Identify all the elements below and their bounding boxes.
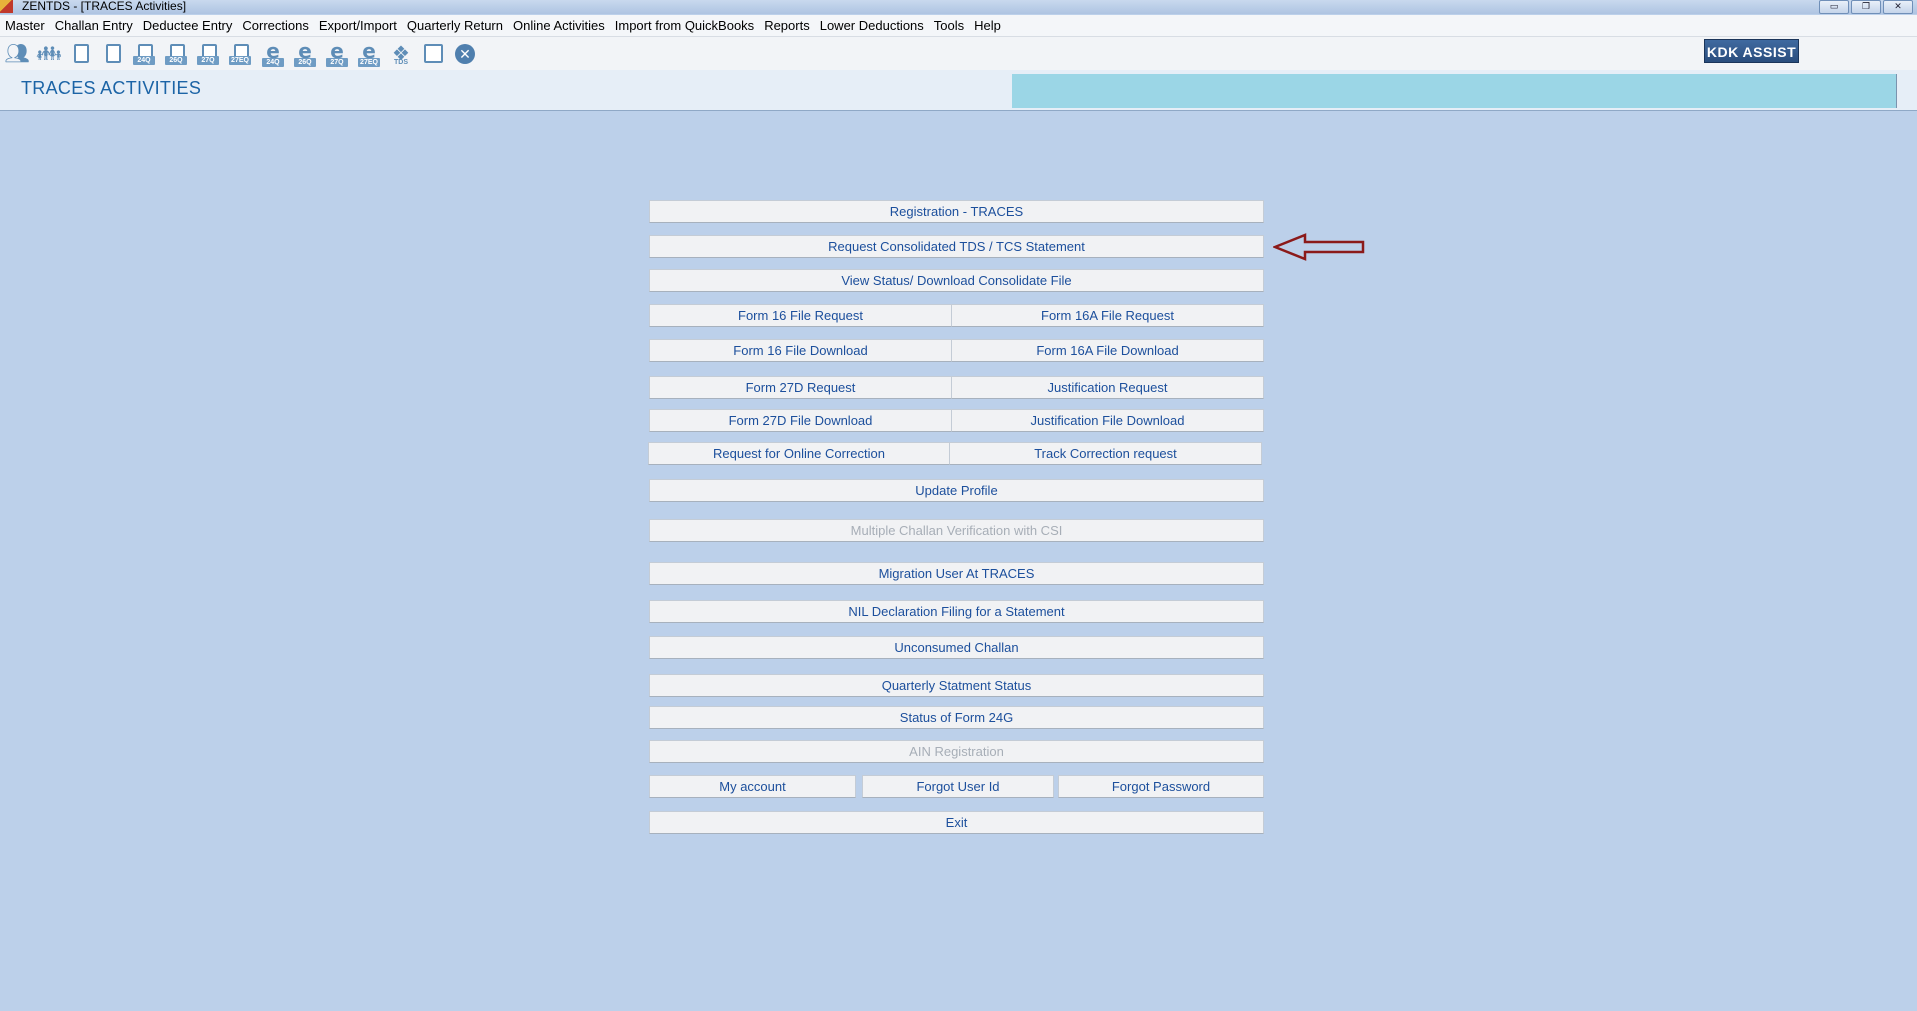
form-24q-icon[interactable]: 24Q [132,41,158,67]
form16a-file-request-button[interactable]: Form 16A File Request [951,304,1264,327]
document-person-2-icon[interactable] [100,41,126,67]
track-correction-request-button[interactable]: Track Correction request [949,442,1262,465]
header-info-panel [1012,74,1896,108]
e-filing-27eq-icon[interactable]: e 27EQ [356,41,382,67]
justification-file-download-button[interactable]: Justification File Download [951,409,1264,432]
e-filing-27q-icon[interactable]: e 27Q [324,41,350,67]
title-bar: ZENTDS - [TRACES Activities] ▭ ❐ ✕ [0,0,1917,14]
menu-quarterly-return[interactable]: Quarterly Return [402,15,508,36]
menu-deductee-entry[interactable]: Deductee Entry [138,15,238,36]
justification-request-button[interactable]: Justification Request [951,376,1264,399]
menu-tools[interactable]: Tools [929,15,969,36]
menu-reports[interactable]: Reports [759,15,815,36]
online-correction-request-button[interactable]: Request for Online Correction [648,442,950,465]
nil-declaration-button[interactable]: NIL Declaration Filing for a Statement [649,600,1264,623]
page-title: TRACES ACTIVITIES [21,78,202,98]
window-controls: ▭ ❐ ✕ [1819,0,1913,14]
menu-bar: Master Challan Entry Deductee Entry Corr… [0,15,1917,37]
forgot-user-id-button[interactable]: Forgot User Id [862,775,1054,798]
form-26q-icon[interactable]: 26Q [164,41,190,67]
multiple-challan-verification-button: Multiple Challan Verification with CSI [649,519,1264,542]
menu-lower-deductions[interactable]: Lower Deductions [815,15,929,36]
left-arrow-annotation-icon [1273,233,1365,261]
e-filing-26q-icon[interactable]: e 26Q [292,41,318,67]
minimize-button[interactable]: ▭ [1819,0,1849,14]
request-consolidated-statement-button[interactable]: Request Consolidated TDS / TCS Statement [649,235,1264,258]
app-icon [0,0,13,13]
form27d-file-download-button[interactable]: Form 27D File Download [649,409,952,432]
kdk-assist-button[interactable]: KDK ASSIST [1704,39,1799,63]
people-icon[interactable]: 👥︎ [4,41,30,67]
header-divider [1896,74,1897,108]
view-status-download-button[interactable]: View Status/ Download Consolidate File [649,269,1264,292]
registration-traces-button[interactable]: Registration - TRACES [649,200,1264,223]
menu-help[interactable]: Help [969,15,1006,36]
form16a-file-download-button[interactable]: Form 16A File Download [951,339,1264,362]
group-icon[interactable]: 👪︎ [36,41,62,67]
migration-user-button[interactable]: Migration User At TRACES [649,562,1264,585]
menu-export-import[interactable]: Export/Import [314,15,402,36]
form27d-request-button[interactable]: Form 27D Request [649,376,952,399]
quarterly-statement-status-button[interactable]: Quarterly Statment Status [649,674,1264,697]
update-profile-button[interactable]: Update Profile [649,479,1264,502]
exit-button[interactable]: Exit [649,811,1264,834]
report-icon[interactable] [420,41,446,67]
close-window-button[interactable]: ✕ [1883,0,1913,14]
ain-registration-button: AIN Registration [649,740,1264,763]
status-form24g-button[interactable]: Status of Form 24G [649,706,1264,729]
close-circle-icon[interactable]: ✕ [452,41,478,67]
page-header: TRACES ACTIVITIES [0,70,1917,111]
tds-icon[interactable]: ❖ TDS [388,41,414,67]
form-27eq-icon[interactable]: 27EQ [228,41,254,67]
unconsumed-challan-button[interactable]: Unconsumed Challan [649,636,1264,659]
toolbar: 👥︎ 👪︎ 24Q 26Q 27Q 27EQ e 24Q e 26Q e 27Q e2… [0,37,1917,70]
my-account-button[interactable]: My account [649,775,856,798]
e-filing-24q-icon[interactable]: e 24Q [260,41,286,67]
forgot-password-button[interactable]: Forgot Password [1058,775,1264,798]
document-person-icon[interactable] [68,41,94,67]
menu-challan-entry[interactable]: Challan Entry [50,15,138,36]
form16-file-download-button[interactable]: Form 16 File Download [649,339,952,362]
restore-button[interactable]: ❐ [1851,0,1881,14]
menu-master[interactable]: Master [0,15,50,36]
menu-online-activities[interactable]: Online Activities [508,15,610,36]
menu-corrections[interactable]: Corrections [237,15,313,36]
form-27q-icon[interactable]: 27Q [196,41,222,67]
window-title: ZENTDS - [TRACES Activities] [22,0,187,13]
form16-file-request-button[interactable]: Form 16 File Request [649,304,952,327]
menu-import-quickbooks[interactable]: Import from QuickBooks [610,15,759,36]
